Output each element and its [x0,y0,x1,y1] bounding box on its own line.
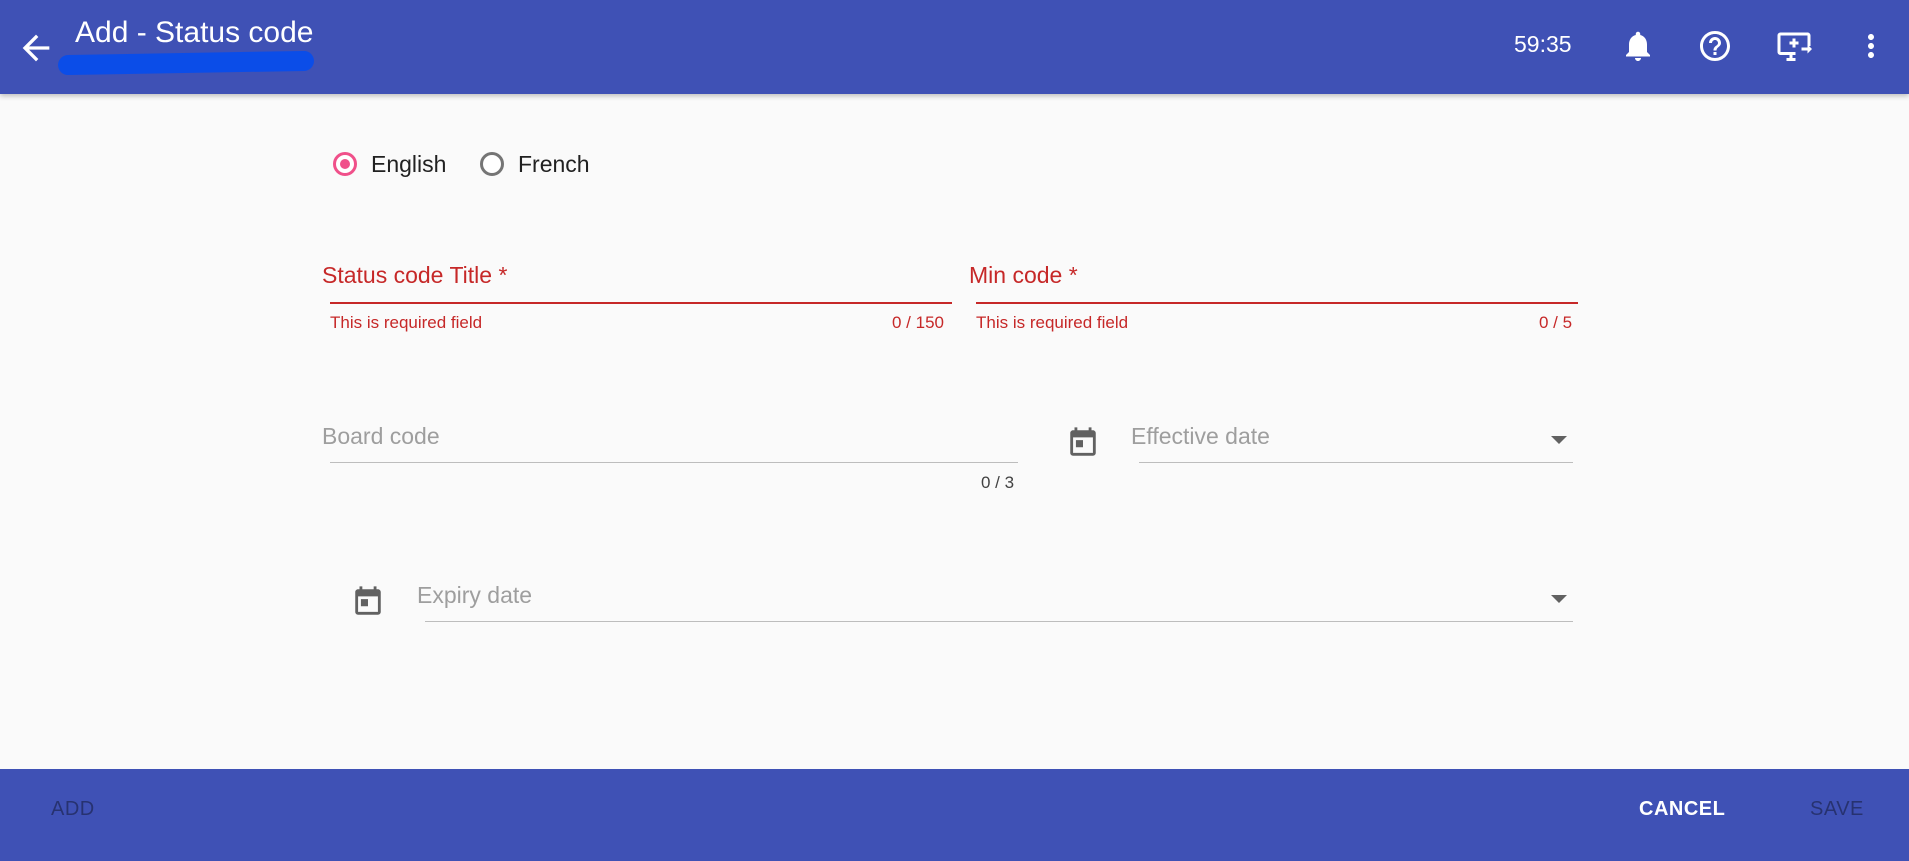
top-app-bar: Add - Status code 59:35 [0,0,1909,94]
notifications-button[interactable] [1620,28,1656,64]
expiry-date-placeholder: Expiry date [417,582,533,608]
effective-date-placeholder: Effective date [1131,423,1270,449]
status-title-label: Status code Title * [322,262,507,289]
arrow-back-icon [22,34,50,62]
board-code-counter: 0 / 3 [981,473,1015,492]
screen-share-icon [1777,32,1812,61]
radio-english[interactable]: English [333,146,446,182]
bell-icon [1626,31,1650,61]
min-code-label: Min code * [969,262,1078,289]
radio-checked-indicator [333,152,357,176]
add-button[interactable]: ADD [51,798,95,821]
status-title-underline [330,302,952,304]
required-asterisk: * [1068,262,1078,288]
radio-unchecked-indicator [480,152,504,176]
min-code-counter: 0 / 5 [1539,313,1573,332]
status-title-label-text: Status code Title [322,262,493,288]
bottom-action-bar: ADD CANCEL SAVE [0,769,1909,861]
board-code-underline [330,462,1018,463]
expiry-date-input[interactable] [417,574,1573,620]
help-button[interactable] [1697,28,1733,64]
cancel-button[interactable]: CANCEL [1639,798,1725,821]
more-vert-icon [1868,34,1874,58]
help-circle-icon [1700,31,1730,61]
required-asterisk: * [498,262,508,288]
min-code-underline [976,302,1578,304]
redaction-scribble [57,50,315,76]
page-title: Add - Status code [75,16,314,49]
screen-share-button[interactable] [1776,28,1812,64]
radio-french[interactable]: French [480,146,590,182]
back-button[interactable] [16,28,56,68]
more-options-button[interactable] [1853,28,1889,64]
save-button[interactable]: SAVE [1810,798,1864,821]
min-code-error: This is required field [976,313,1129,332]
board-code-placeholder: Board code [322,423,440,449]
status-title-counter: 0 / 150 [892,313,944,332]
effective-date-calendar-button[interactable] [1066,426,1100,460]
expiry-date-underline [425,621,1573,622]
radio-english-label: English [371,150,447,177]
calendar-icon [1070,427,1096,456]
effective-date-dropdown-icon[interactable] [1551,436,1567,444]
calendar-icon [355,586,381,615]
status-title-error: This is required field [330,313,483,332]
expiry-date-dropdown-icon[interactable] [1551,595,1567,603]
min-code-label-text: Min code [969,262,1063,288]
expiry-date-calendar-button[interactable] [351,585,385,619]
radio-french-label: French [518,150,590,177]
session-timer: 59:35 [1514,31,1572,57]
effective-date-underline [1139,462,1573,463]
